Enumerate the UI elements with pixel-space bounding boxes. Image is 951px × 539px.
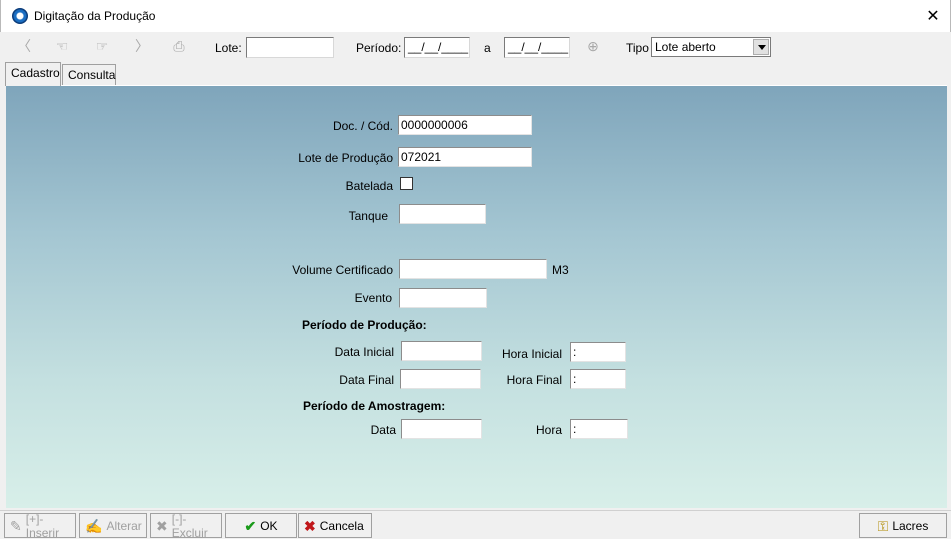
tipo-select[interactable]: Lote aberto (651, 37, 771, 57)
periodo-end-input[interactable]: __/__/____ (504, 37, 570, 58)
data-label: Data (370, 423, 396, 437)
cancel-x-icon: ✖ (304, 517, 316, 534)
title-bar: Digitação da Produção ✕ (0, 0, 951, 32)
edit-icon: ✍ (85, 517, 103, 534)
data-inicial-label: Data Inicial (334, 345, 394, 359)
last-record-icon[interactable]: 〉 (133, 38, 151, 54)
periodo-producao-title: Período de Produção: (302, 318, 427, 332)
close-button[interactable]: ✕ (916, 0, 950, 32)
next-record-icon[interactable]: ☞ (93, 38, 111, 54)
seal-key-icon: ⚿ (877, 517, 889, 534)
toolbar: 〈 ☜ ☞ 〉 ⎙ Lote: Período: __/__/____ a __… (0, 32, 951, 62)
lacres-label: Lacres (892, 518, 929, 533)
periodo-label: Período: (356, 41, 402, 55)
window-title: Digitação da Produção (34, 9, 156, 23)
first-record-icon[interactable]: 〈 (15, 38, 33, 54)
zoom-search-icon[interactable]: ⊕ (584, 38, 602, 54)
hora-final-label: Hora Final (506, 373, 562, 387)
data-final-label: Data Final (339, 373, 394, 387)
data-inicial-field[interactable] (401, 341, 482, 361)
cadastro-panel: Doc. / Cód. 0000000006 Lote de Produção … (6, 85, 947, 508)
periodo-separator: a (484, 41, 491, 55)
inserir-button[interactable]: ✎ [+]-Inserir (4, 511, 76, 539)
doc-cod-field[interactable]: 0000000006 (398, 115, 532, 135)
evento-label: Evento (354, 291, 392, 305)
hora-label: Hora (535, 423, 562, 437)
cancela-label: Cancela (319, 518, 364, 533)
app-icon (12, 8, 28, 24)
print-icon[interactable]: ⎙ (170, 38, 188, 54)
previous-record-icon[interactable]: ☜ (53, 38, 71, 54)
evento-field[interactable] (399, 288, 487, 308)
batelada-label: Batelada (345, 179, 393, 193)
bottom-button-bar: ✎ [+]-Inserir ✍ Alterar ✖ [-]-Excluir ✔ … (0, 510, 951, 539)
lote-input[interactable] (246, 37, 334, 58)
tanque-field[interactable] (399, 204, 486, 224)
periodo-start-input[interactable]: __/__/____ (404, 37, 470, 58)
chevron-down-icon[interactable] (753, 39, 769, 55)
tab-cadastro[interactable]: Cadastro (5, 62, 61, 86)
lote-label: Lote: (215, 41, 242, 55)
tab-consulta[interactable]: Consulta (62, 64, 116, 85)
excluir-label: [-]-Excluir (171, 511, 208, 539)
doc-cod-label: Doc. / Cód. (332, 119, 393, 133)
tipo-selected-value: Lote aberto (655, 40, 716, 54)
hora-inicial-label: Hora Inicial (501, 347, 562, 361)
tanque-label: Tanque (348, 209, 388, 223)
periodo-amostragem-title: Período de Amostragem: (303, 399, 446, 413)
data-final-field[interactable] (400, 369, 481, 389)
lacres-button[interactable]: ⚿ Lacres (859, 513, 947, 538)
hora-inicial-field[interactable]: : (570, 342, 626, 362)
lote-producao-label: Lote de Produção (298, 151, 393, 165)
tipo-label: Tipo (626, 41, 649, 55)
alterar-button[interactable]: ✍ Alterar (79, 513, 147, 538)
cancela-button[interactable]: ✖ Cancela (298, 513, 372, 538)
ok-button[interactable]: ✔ OK (225, 513, 297, 538)
volume-unit-label: M3 (552, 263, 569, 277)
ok-label: OK (260, 518, 278, 533)
insert-icon: ✎ (10, 517, 22, 534)
batelada-checkbox[interactable] (400, 177, 413, 190)
alterar-label: Alterar (106, 518, 142, 533)
hora-field[interactable]: : (570, 419, 628, 439)
lote-producao-field[interactable]: 072021 (398, 147, 532, 167)
data-field[interactable] (401, 419, 482, 439)
inserir-label: [+]-Inserir (25, 511, 60, 539)
volume-certificado-field[interactable] (399, 259, 547, 279)
hora-final-field[interactable]: : (570, 369, 626, 389)
volume-certificado-label: Volume Certificado (292, 263, 393, 277)
excluir-button[interactable]: ✖ [-]-Excluir (150, 511, 222, 539)
checkmark-icon: ✔ (244, 517, 257, 534)
trash-icon: ✖ (156, 517, 168, 534)
